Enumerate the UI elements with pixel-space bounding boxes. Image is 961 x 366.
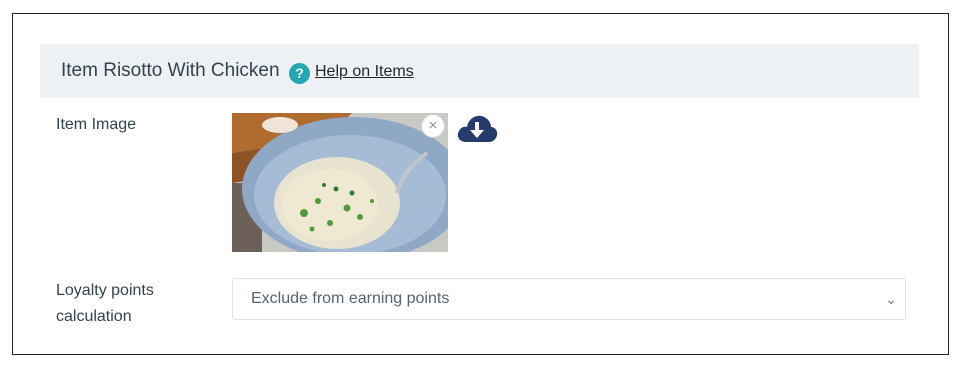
loyalty-points-select[interactable]: Exclude from earning points ⌄ (232, 278, 906, 320)
section-header: Item Risotto With Chicken ? Help on Item… (40, 44, 919, 98)
chevron-down-icon: ⌄ (885, 291, 897, 307)
page-title: Item Risotto With Chicken (61, 60, 280, 81)
loyalty-points-label: Loyalty points calculation (56, 282, 154, 325)
cloud-download-icon[interactable] (456, 114, 498, 144)
question-circle-icon[interactable]: ? (289, 63, 310, 84)
loyalty-points-selected-value: Exclude from earning points (251, 290, 450, 307)
remove-image-button[interactable]: × (421, 114, 445, 138)
item-image-label: Item Image (56, 116, 137, 133)
item-image (232, 113, 448, 252)
form-panel: Item Risotto With Chicken ? Help on Item… (12, 13, 949, 355)
help-link[interactable]: Help on Items (315, 63, 414, 81)
